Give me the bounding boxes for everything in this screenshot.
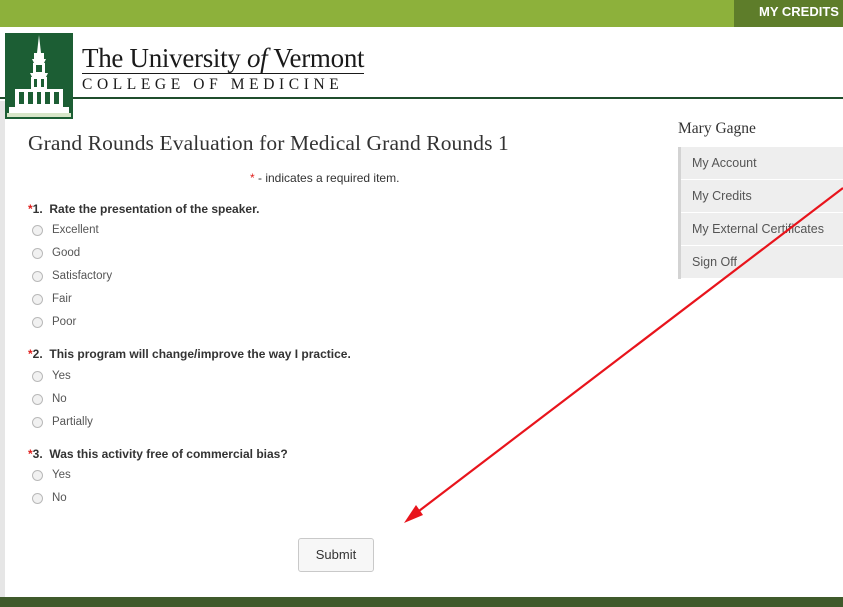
radio-button[interactable] <box>32 393 43 405</box>
radio-button[interactable] <box>32 316 43 328</box>
q3-option-yes[interactable]: Yes <box>32 469 71 481</box>
logo-university-name: The University of Vermont <box>82 43 365 74</box>
q1-option-excellent[interactable]: Excellent <box>32 224 99 236</box>
q1-option-good[interactable]: Good <box>32 247 80 259</box>
logo-wordmark[interactable]: The University of Vermont COLLEGE OF MED… <box>82 43 365 95</box>
q2-option-no[interactable]: No <box>32 393 67 405</box>
university-logo-icon[interactable] <box>5 33 73 119</box>
radio-button[interactable] <box>32 270 43 282</box>
user-name: Mary Gagne <box>678 120 756 137</box>
q2-option-partially[interactable]: Partially <box>32 416 93 428</box>
radio-button[interactable] <box>32 416 43 428</box>
sidebar-item-my-credits[interactable]: My Credits <box>681 180 843 213</box>
footer-bar <box>0 597 843 607</box>
question-2-label: *2. This program will change/improve the… <box>28 347 351 361</box>
q3-option-no[interactable]: No <box>32 492 67 504</box>
sidebar-item-external-certificates[interactable]: My External Certificates <box>681 213 843 246</box>
question-1-label: *1. Rate the presentation of the speaker… <box>28 202 260 216</box>
q2-option-yes[interactable]: Yes <box>32 370 71 382</box>
radio-button[interactable] <box>32 224 43 236</box>
radio-button[interactable] <box>32 370 43 382</box>
q1-option-satisfactory[interactable]: Satisfactory <box>32 270 112 282</box>
submit-button[interactable]: Submit <box>298 538 374 572</box>
left-border <box>0 101 5 597</box>
site-header: The University of Vermont COLLEGE OF MED… <box>0 27 843 119</box>
page-title: Grand Rounds Evaluation for Medical Gran… <box>28 131 509 155</box>
q1-option-poor[interactable]: Poor <box>32 316 76 328</box>
radio-button[interactable] <box>32 247 43 259</box>
radio-button[interactable] <box>32 469 43 481</box>
top-bar <box>0 0 843 27</box>
my-credits-link[interactable]: MY CREDITS <box>734 0 843 27</box>
logo-college-name: COLLEGE OF MEDICINE <box>82 76 344 93</box>
sidebar-item-my-account[interactable]: My Account <box>681 147 843 180</box>
radio-button[interactable] <box>32 293 43 305</box>
account-menu: My Account My Credits My External Certif… <box>678 147 843 279</box>
required-note: * - indicates a required item. <box>250 171 400 185</box>
radio-button[interactable] <box>32 492 43 504</box>
question-3-label: *3. Was this activity free of commercial… <box>28 447 288 461</box>
q1-option-fair[interactable]: Fair <box>32 293 72 305</box>
sidebar-item-sign-off[interactable]: Sign Off <box>681 246 843 279</box>
